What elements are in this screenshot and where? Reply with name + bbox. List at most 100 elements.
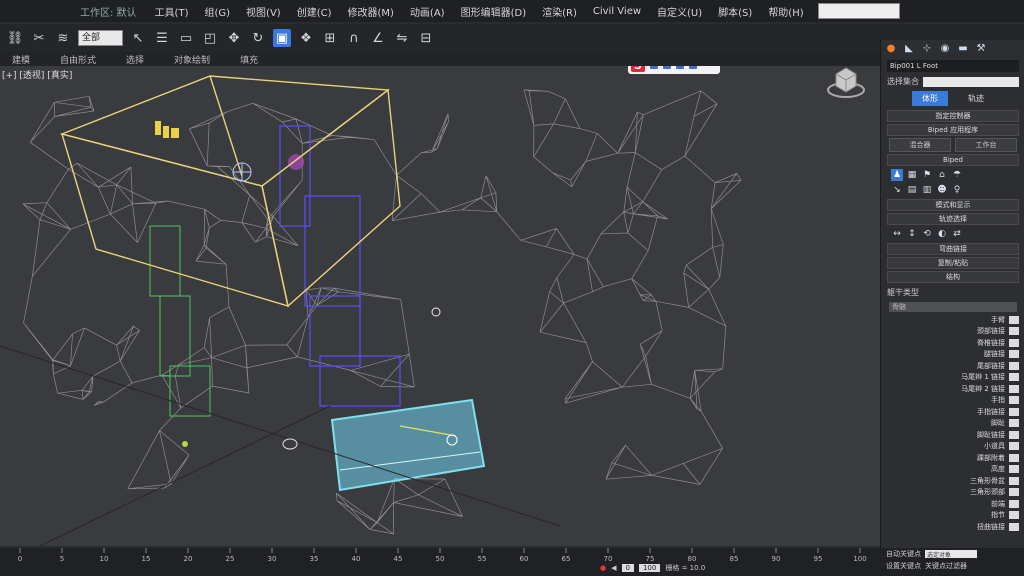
structure-param-spinner[interactable] bbox=[1009, 315, 1019, 324]
ribbon-tab-populate[interactable]: 填充 bbox=[240, 53, 258, 66]
rollout-copy-paste[interactable]: 复制/粘贴 bbox=[887, 257, 1019, 269]
menu-scripting[interactable]: 脚本(S) bbox=[710, 4, 760, 19]
pivot-icon[interactable]: ⊞ bbox=[321, 29, 339, 47]
utilities-tab-icon[interactable]: ⚒ bbox=[975, 43, 987, 55]
unlink-icon[interactable]: ✂ bbox=[30, 29, 48, 47]
ime-mic-icon[interactable] bbox=[663, 66, 671, 69]
save-file-icon[interactable]: ▤ bbox=[906, 184, 918, 196]
selected-foot-box[interactable] bbox=[330, 398, 486, 492]
convert-icon[interactable]: ▥ bbox=[921, 184, 933, 196]
display-tab-icon[interactable]: ▬ bbox=[957, 43, 969, 55]
menu-animation[interactable]: 动画(A) bbox=[402, 4, 453, 19]
biped-playback-icon[interactable]: ☂ bbox=[951, 169, 963, 181]
structure-param-spinner[interactable] bbox=[1009, 511, 1019, 520]
figure-mode-icon[interactable]: ♟ bbox=[891, 169, 903, 181]
rollout-biped[interactable]: Biped bbox=[887, 154, 1019, 166]
selection-set-field[interactable] bbox=[923, 76, 1019, 87]
structure-param-spinner[interactable] bbox=[1009, 453, 1019, 462]
track-mode-button[interactable]: 轨迹 bbox=[958, 91, 994, 106]
viewport-scene[interactable] bbox=[0, 66, 880, 546]
structure-param-spinner[interactable] bbox=[1009, 430, 1019, 439]
bind-spacewarp-icon[interactable]: ≋ bbox=[54, 29, 72, 47]
structure-param-spinner[interactable] bbox=[1009, 499, 1019, 508]
rollout-biped-apps[interactable]: Biped 应用程序 bbox=[887, 124, 1019, 136]
structure-param-spinner[interactable] bbox=[1009, 384, 1019, 393]
structure-param-spinner[interactable] bbox=[1009, 373, 1019, 382]
structure-param-spinner[interactable] bbox=[1009, 522, 1019, 531]
footstep-mode-icon[interactable]: ▦ bbox=[906, 169, 918, 181]
structure-param-spinner[interactable] bbox=[1009, 396, 1019, 405]
window-crossing-icon[interactable]: ◰ bbox=[201, 29, 219, 47]
create-tab-icon[interactable]: ● bbox=[885, 43, 897, 55]
place-icon[interactable]: ❖ bbox=[297, 29, 315, 47]
gizmo-marker-icon[interactable] bbox=[232, 162, 252, 182]
structure-param-spinner[interactable] bbox=[1009, 338, 1019, 347]
structure-param-spinner[interactable] bbox=[1009, 465, 1019, 474]
menu-modifiers[interactable]: 修改器(M) bbox=[340, 4, 402, 19]
menu-graph-editors[interactable]: 图形编辑器(D) bbox=[453, 4, 535, 19]
object-name-field[interactable]: Bip001 L Foot bbox=[887, 60, 1019, 72]
prev-frame-icon[interactable]: ◀ bbox=[611, 564, 616, 572]
menu-civil-view[interactable]: Civil View bbox=[585, 6, 649, 17]
move-icon[interactable]: ✥ bbox=[225, 29, 243, 47]
menu-help[interactable]: 帮助(H) bbox=[760, 4, 811, 19]
lock-cog-icon[interactable]: ◐ bbox=[936, 228, 948, 240]
rollout-link-select[interactable]: 弯曲链接 bbox=[887, 243, 1019, 255]
motion-flow-icon[interactable]: ⚑ bbox=[921, 169, 933, 181]
viewport-label[interactable]: [+] [透视] [真实] bbox=[2, 68, 72, 81]
load-file-icon[interactable]: ↘ bbox=[891, 184, 903, 196]
motion-tab-icon[interactable]: ◉ bbox=[939, 43, 951, 55]
align-icon[interactable]: ⊟ bbox=[417, 29, 435, 47]
body-type-select[interactable]: 骨骼 bbox=[889, 302, 1017, 312]
layer-icon[interactable]: ♀ bbox=[951, 184, 963, 196]
body-vertical-icon[interactable]: ↕ bbox=[906, 228, 918, 240]
angle-snap-icon[interactable]: ∠ bbox=[369, 29, 387, 47]
rollout-structure[interactable]: 结构 bbox=[887, 271, 1019, 283]
structure-param-spinner[interactable] bbox=[1009, 442, 1019, 451]
ime-emoji-icon[interactable] bbox=[676, 66, 684, 69]
named-selection-field[interactable] bbox=[817, 3, 900, 19]
menu-create[interactable]: 创建(C) bbox=[289, 4, 340, 19]
body-horizontal-icon[interactable]: ↔ bbox=[891, 228, 903, 240]
mixer-button[interactable]: 混合器 bbox=[889, 138, 951, 152]
body-rotation-icon[interactable]: ⟲ bbox=[921, 228, 933, 240]
menu-view[interactable]: 视图(V) bbox=[238, 4, 289, 19]
snap-icon[interactable]: ∩ bbox=[345, 29, 363, 47]
auto-key-button[interactable]: 自动关键点 bbox=[886, 549, 921, 559]
ime-toolbar[interactable]: S bbox=[628, 66, 720, 74]
workbench-button[interactable]: 工作台 bbox=[955, 138, 1017, 152]
timeline-ruler[interactable]: 0 5 10 15 20 25 30 35 40 45 50 55 60 65 70 75 80 85 90 95 10… bbox=[0, 548, 880, 562]
structure-param-spinner[interactable] bbox=[1009, 488, 1019, 497]
perspective-viewport[interactable]: [+] [透视] [真实] S bbox=[0, 66, 880, 546]
frame-start-field[interactable]: 0 bbox=[621, 564, 634, 572]
menu-customize[interactable]: 自定义(U) bbox=[649, 4, 710, 19]
set-key-button[interactable]: 设置关键点 bbox=[886, 561, 921, 571]
structure-param-spinner[interactable] bbox=[1009, 476, 1019, 485]
viewcube-icon[interactable] bbox=[826, 66, 866, 102]
mirror-icon[interactable]: ⇋ bbox=[393, 29, 411, 47]
move-all-icon[interactable]: ☻ bbox=[936, 184, 948, 196]
structure-param-spinner[interactable] bbox=[1009, 407, 1019, 416]
ribbon-tab-selection[interactable]: 选择 bbox=[126, 53, 144, 66]
workspace-title[interactable]: 工作区: 默认 bbox=[80, 4, 137, 19]
menu-rendering[interactable]: 渲染(R) bbox=[534, 4, 585, 19]
rollout-mode-display[interactable]: 模式和显示 bbox=[887, 199, 1019, 211]
modify-tab-icon[interactable]: ◣ bbox=[903, 43, 915, 55]
key-filters-button[interactable]: 关键点过滤器 bbox=[925, 561, 967, 571]
rollout-assign-controller[interactable]: 指定控制器 bbox=[887, 110, 1019, 122]
ribbon-tab-modeling[interactable]: 建模 bbox=[12, 53, 30, 66]
menu-tools[interactable]: 工具(T) bbox=[147, 4, 197, 19]
set-key-icon[interactable]: ● bbox=[600, 564, 606, 572]
select-object-icon[interactable]: ↖ bbox=[129, 29, 147, 47]
structure-param-spinner[interactable] bbox=[1009, 361, 1019, 370]
ime-menu-icon[interactable] bbox=[689, 66, 697, 69]
select-by-name-icon[interactable]: ☰ bbox=[153, 29, 171, 47]
structure-param-spinner[interactable] bbox=[1009, 419, 1019, 428]
hierarchy-tab-icon[interactable]: ⊹ bbox=[921, 43, 933, 55]
rollout-track-select[interactable]: 轨迹选择 bbox=[887, 213, 1019, 225]
ime-keyboard-icon[interactable] bbox=[650, 66, 658, 69]
selection-filter-select[interactable]: 全部 bbox=[78, 30, 123, 46]
menu-group[interactable]: 组(G) bbox=[196, 4, 238, 19]
timeline[interactable]: 0 5 10 15 20 25 30 35 40 45 50 55 60 65 70 75 80 85 90 95 10… bbox=[0, 548, 880, 576]
rect-selection-icon[interactable]: ▭ bbox=[177, 29, 195, 47]
